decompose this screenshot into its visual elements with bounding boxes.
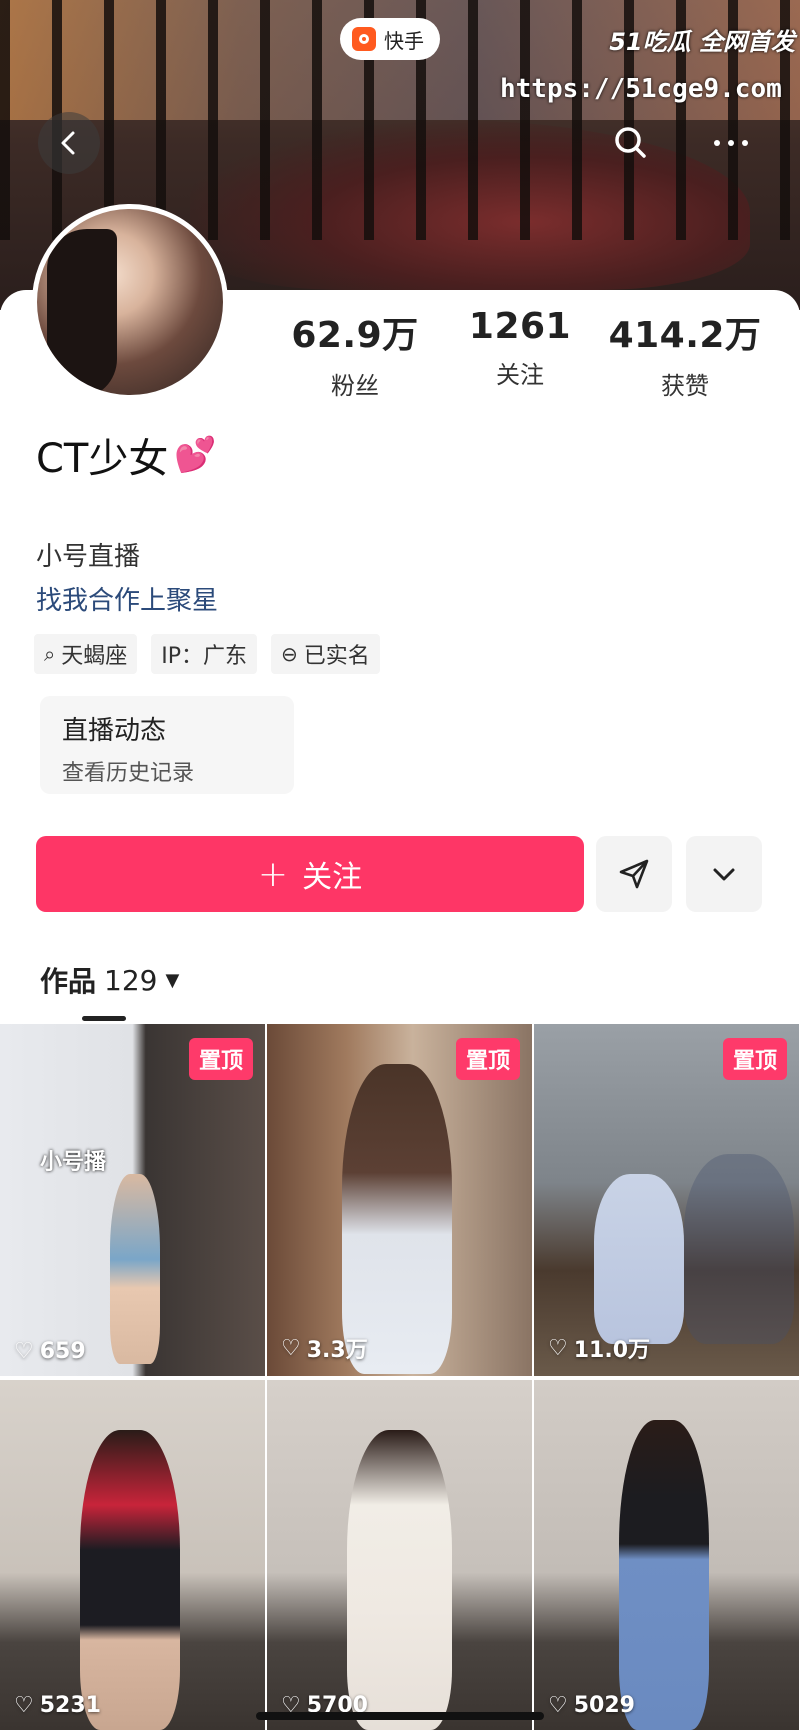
heart-icon: ♡	[14, 1693, 34, 1718]
tag-label: IP：广东	[161, 644, 247, 669]
work-thumbnail[interactable]: 置顶 ♡ 11.0万	[534, 1024, 799, 1376]
chevron-down-icon	[713, 868, 735, 881]
avatar-hair	[47, 229, 117, 395]
stat-value: 62.9万	[291, 315, 419, 356]
back-button[interactable]	[38, 112, 100, 174]
like-count-value: 5029	[573, 1693, 635, 1718]
like-count: ♡ 5029	[548, 1693, 635, 1718]
app-name: 快手	[384, 28, 424, 53]
stat-value: 1261	[468, 306, 572, 347]
follow-label: 关注	[302, 860, 363, 895]
like-count-value: 3.3万	[306, 1338, 368, 1363]
kuaishou-logo-icon	[352, 27, 376, 51]
search-button[interactable]	[600, 112, 662, 174]
like-count-value: 5231	[39, 1693, 101, 1718]
work-thumbnail[interactable]: ♡ 5231	[0, 1380, 265, 1730]
live-card-subtitle: 查看历史记录	[62, 761, 195, 786]
heart-icon: ♡	[14, 1339, 34, 1364]
stat-label: 关注	[496, 361, 544, 389]
home-indicator[interactable]	[256, 1712, 544, 1720]
stat-label: 粉丝	[331, 372, 379, 400]
like-count: ♡ 5231	[14, 1693, 101, 1718]
search-icon	[615, 127, 646, 158]
like-count: ♡ 659	[14, 1339, 86, 1364]
work-thumbnail[interactable]: 小号播 置顶 ♡ 659	[0, 1024, 265, 1376]
watermark-text: 51吃瓜 全网首发	[609, 28, 795, 56]
stat-label: 获赞	[661, 372, 709, 400]
tab-works[interactable]: 作品 129 ▼	[40, 960, 179, 1000]
pinned-badge: 置顶	[188, 1038, 253, 1080]
app-badge: 快手	[340, 18, 440, 60]
stat-value: 414.2万	[608, 315, 762, 356]
live-history-card[interactable]: 直播动态 查看历史记录	[40, 696, 294, 794]
thumbnail-person	[80, 1430, 180, 1730]
works-tab-label: 作品	[40, 965, 97, 998]
stat-likes[interactable]: 414.2万 获赞	[600, 306, 770, 401]
thumbnail-person	[347, 1430, 452, 1730]
pinned-badge: 置顶	[722, 1038, 787, 1080]
pinned-badge: 置顶	[455, 1038, 520, 1080]
profile-name: CT少女	[36, 436, 169, 482]
live-card-title: 直播动态	[62, 716, 167, 746]
tag-label: 已实名	[303, 644, 370, 669]
like-count: ♡ 3.3万	[281, 1332, 368, 1364]
tab-indicator	[82, 1016, 126, 1021]
stat-fans[interactable]: 62.9万 粉丝	[270, 306, 440, 401]
chevron-left-icon	[61, 131, 75, 155]
thumbnail-overlay-text: 小号播	[40, 1150, 107, 1175]
like-count: ♡ 11.0万	[548, 1332, 650, 1364]
hearts-emoji-icon: 💕	[174, 435, 217, 475]
dot-icon	[714, 140, 720, 146]
dot-icon	[728, 140, 734, 146]
thumbnail-person	[110, 1174, 160, 1364]
verified-icon: ⊖	[280, 642, 298, 666]
work-thumbnail[interactable]: 置顶 ♡ 3.3万	[267, 1024, 532, 1376]
tag-label: 天蝎座	[61, 644, 128, 669]
heart-icon: ♡	[548, 1335, 568, 1361]
stat-following[interactable]: 1261 关注	[440, 306, 600, 401]
profile-tags: ⌕ 天蝎座 IP：广东 ⊖ 已实名	[34, 634, 380, 674]
profile-stats: 62.9万 粉丝 1261 关注 414.2万 获赞	[270, 306, 770, 401]
heart-icon: ♡	[281, 1335, 301, 1361]
heart-icon: ♡	[548, 1693, 568, 1718]
tag-zodiac[interactable]: ⌕ 天蝎座	[34, 634, 138, 674]
bio-line-2: 找我合作上聚星	[36, 586, 219, 616]
tag-verified[interactable]: ⊖ 已实名	[270, 634, 380, 674]
work-thumbnail[interactable]: ♡ 5700	[267, 1380, 532, 1730]
more-actions-button[interactable]	[686, 836, 762, 912]
more-options-button[interactable]	[700, 112, 762, 174]
like-count-value: 11.0万	[573, 1338, 651, 1363]
thumbnail-person	[342, 1064, 452, 1374]
follow-button[interactable]: + 关注	[36, 836, 584, 912]
works-count: 129	[104, 963, 158, 997]
like-count-value: 659	[39, 1339, 86, 1364]
profile-name-row: CT少女 💕	[36, 426, 217, 484]
search-icon: ⌕	[44, 642, 56, 666]
work-thumbnail[interactable]: ♡ 5029	[534, 1380, 799, 1730]
tag-ip-location: IP：广东	[151, 634, 257, 674]
watermark-url: https://51cge9.com	[500, 74, 782, 104]
bio-line-1: 小号直播	[36, 542, 141, 572]
thumbnail-shadow	[684, 1154, 794, 1344]
thumbnail-person	[619, 1420, 709, 1730]
plus-icon: +	[257, 853, 289, 895]
thumbnail-person	[594, 1174, 684, 1344]
dot-icon	[742, 140, 748, 146]
avatar[interactable]	[32, 204, 228, 400]
send-icon	[619, 859, 649, 889]
caret-down-icon: ▼	[165, 969, 180, 991]
share-button[interactable]	[596, 836, 672, 912]
